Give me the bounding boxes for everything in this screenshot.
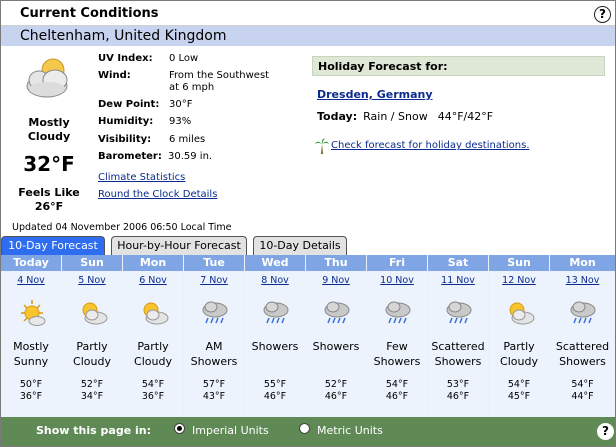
holiday-destinations-link[interactable]: Check forecast for holiday destinations.	[331, 140, 530, 151]
forecast-day: Sat 11 Nov Scattered Showers 53°F 46°F	[428, 255, 488, 417]
forecast-high: 50°F	[19, 379, 43, 390]
holiday-today: Today: Rain / Snow 44°F/42°F	[317, 110, 494, 123]
partly-cloudy-icon	[509, 302, 535, 325]
current-temperature: 32°F	[23, 152, 75, 176]
forecast-grid: Today 4 Nov Mostly Sunny 50°F 36°F Sun 5 …	[1, 255, 615, 417]
forecast-condition: Few Showers	[373, 340, 421, 368]
units-footer: Show this page in: Imperial Units Metric…	[1, 417, 615, 446]
forecast-high: 52°F	[324, 379, 348, 390]
forecast-day: Thu 9 Nov Showers 52°F 46°F	[306, 255, 366, 417]
tab-10-day-details[interactable]: 10-Day Details	[253, 236, 347, 255]
partly-cloudy-icon	[82, 302, 108, 325]
holiday-title: Holiday Forecast for:	[312, 56, 605, 76]
forecast-day: Sun 5 Nov Partly Cloudy 52°F 34°F	[62, 255, 122, 417]
partly-sunny-icon	[21, 300, 46, 326]
forecast-low: 46°F	[385, 391, 409, 402]
forecast-condition: AM Showers	[190, 340, 238, 368]
showers-icon	[385, 301, 411, 324]
tab-hour-by-hour[interactable]: Hour-by-Hour Forecast	[111, 236, 247, 255]
showers-icon	[202, 301, 228, 324]
showers-icon	[263, 301, 289, 324]
forecast-high: 54°F	[141, 379, 165, 390]
forecast-date-link[interactable]: 8 Nov	[245, 275, 305, 286]
location-bar: Cheltenham, United Kingdom	[1, 26, 615, 46]
tab-10-day-forecast[interactable]: 10-Day Forecast	[1, 236, 105, 255]
forecast-date-link[interactable]: 9 Nov	[306, 275, 366, 286]
forecast-low: 36°F	[141, 391, 165, 402]
forecast-condition: Scattered Showers	[555, 340, 610, 368]
holiday-city-link[interactable]: Dresden, Germany	[317, 88, 433, 101]
forecast-date-link[interactable]: 6 Nov	[123, 275, 183, 286]
forecast-day: Wed 8 Nov Showers 55°F 46°F	[245, 255, 305, 417]
forecast-high: 54°F	[571, 379, 594, 390]
palm-tree-icon	[315, 138, 329, 154]
forecast-day: Today 4 Nov Mostly Sunny 50°F 36°F	[1, 255, 61, 417]
forecast-date-link[interactable]: 10 Nov	[367, 275, 427, 286]
forecast-low: 46°F	[263, 391, 287, 402]
updated-timestamp: Updated 04 November 2006 06:50 Local Tim…	[12, 222, 232, 233]
holiday-forecast-panel: Holiday Forecast for: Dresden, Germany T…	[312, 56, 605, 123]
imperial-label[interactable]: Imperial Units	[192, 424, 269, 437]
forecast-date-link[interactable]: 13 Nov	[550, 275, 615, 286]
forecast-condition: Partly Cloudy	[73, 340, 111, 368]
widget-header: Current Conditions ?	[1, 1, 615, 26]
forecast-day: Sun 12 Nov Partly Cloudy 54°F 45°F	[489, 255, 549, 417]
forecast-condition: Showers	[312, 340, 360, 353]
forecast-day: Tue 7 Nov AM Showers 57°F 43°F	[184, 255, 244, 417]
forecast-low: 46°F	[446, 391, 470, 402]
partly-cloudy-icon	[143, 302, 169, 325]
widget-title: Current Conditions	[20, 6, 159, 21]
round-the-clock-link[interactable]: Round the Clock Details	[98, 189, 217, 200]
help-icon[interactable]: ?	[594, 6, 611, 23]
forecast-low: 44°F	[571, 391, 594, 402]
forecast-condition: Showers	[251, 340, 299, 353]
forecast-day: Mon 13 Nov Scattered Showers 54°F 44°F	[550, 255, 615, 417]
forecast-date-link[interactable]: 4 Nov	[1, 275, 61, 286]
forecast-condition: Scattered Showers	[431, 340, 485, 368]
forecast-condition: Partly Cloudy	[500, 340, 538, 368]
showers-icon	[446, 301, 472, 324]
forecast-low: 46°F	[324, 391, 348, 402]
mostly-cloudy-icon	[26, 58, 68, 98]
forecast-low: 45°F	[507, 391, 531, 402]
forecast-low: 34°F	[80, 391, 104, 402]
metric-radio[interactable]	[299, 423, 310, 434]
forecast-high: 52°F	[80, 379, 104, 390]
forecast-high: 57°F	[202, 379, 226, 390]
forecast-date-link[interactable]: 11 Nov	[428, 275, 488, 286]
feels-like: Feels Like 26°F	[18, 186, 80, 213]
forecast-date-link[interactable]: 5 Nov	[62, 275, 122, 286]
help-icon[interactable]: ?	[597, 423, 614, 440]
forecast-date-link[interactable]: 7 Nov	[184, 275, 244, 286]
forecast-day: Fri 10 Nov Few Showers 54°F 46°F	[367, 255, 427, 417]
forecast-low: 36°F	[19, 391, 43, 402]
showers-icon	[324, 301, 350, 324]
metric-label[interactable]: Metric Units	[317, 424, 383, 437]
forecast-high: 54°F	[507, 379, 531, 390]
climate-statistics-link[interactable]: Climate Statistics	[98, 172, 185, 183]
forecast-high: 53°F	[446, 379, 470, 390]
forecast-date-link[interactable]: 12 Nov	[489, 275, 549, 286]
forecast-high: 54°F	[385, 379, 409, 390]
imperial-radio[interactable]	[174, 423, 185, 434]
units-label: Show this page in:	[36, 424, 152, 437]
forecast-low: 43°F	[202, 391, 226, 402]
forecast-condition: Mostly Sunny	[13, 340, 49, 368]
current-condition: Mostly Cloudy	[27, 116, 71, 143]
forecast-high: 55°F	[263, 379, 287, 390]
showers-icon	[570, 301, 596, 324]
forecast-day: Mon 6 Nov Partly Cloudy 54°F 36°F	[123, 255, 183, 417]
forecast-condition: Partly Cloudy	[134, 340, 172, 368]
